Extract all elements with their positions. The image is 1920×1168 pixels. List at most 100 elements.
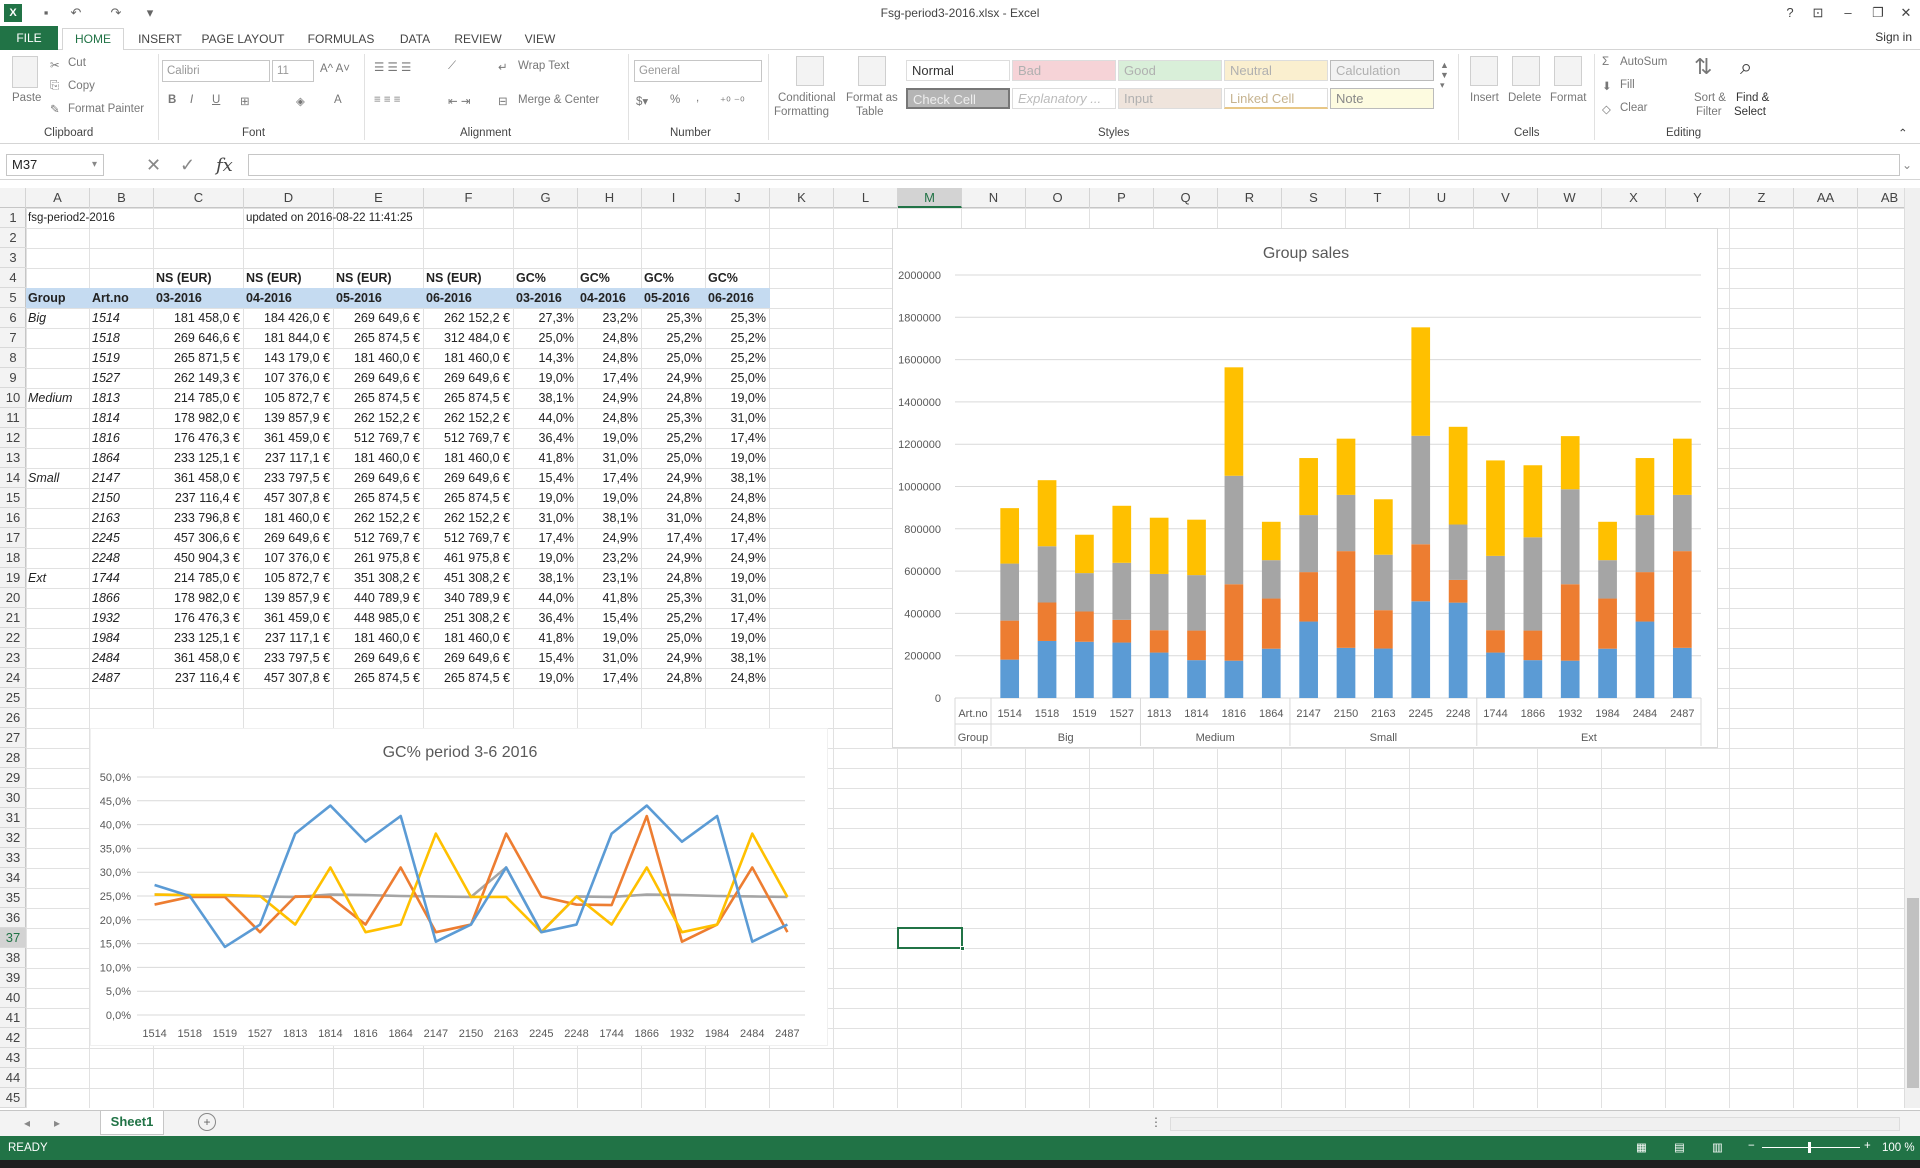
conditional-formatting-label2[interactable]: Formatting	[774, 106, 829, 118]
header-cell[interactable]: 05-2016	[334, 288, 424, 308]
value-cell[interactable]: 25,2%	[642, 328, 706, 348]
tab-formulas[interactable]: FORMULAS	[298, 29, 384, 50]
ribbon-display-icon[interactable]: ⊡	[1806, 2, 1830, 24]
column-header[interactable]: R	[1218, 188, 1282, 208]
artno-cell[interactable]: 1527	[90, 368, 154, 388]
split-handle-icon[interactable]: ⋮	[1150, 1115, 1162, 1129]
artno-cell[interactable]: 1813	[90, 388, 154, 408]
value-cell[interactable]: 233 125,1 €	[154, 628, 244, 648]
column-header[interactable]: Q	[1154, 188, 1218, 208]
value-cell[interactable]: 17,4%	[578, 368, 642, 388]
wrap-text-button[interactable]: Wrap Text	[518, 60, 569, 72]
value-cell[interactable]: 457 307,8 €	[244, 488, 334, 508]
artno-cell[interactable]: 1984	[90, 628, 154, 648]
value-cell[interactable]: 38,1%	[706, 468, 770, 488]
value-cell[interactable]: 181 460,0 €	[424, 448, 514, 468]
row-header[interactable]: 23	[0, 648, 26, 668]
value-cell[interactable]: 25,0%	[514, 328, 578, 348]
value-cell[interactable]: 269 649,6 €	[244, 528, 334, 548]
value-cell[interactable]: 38,1%	[514, 388, 578, 408]
style-explanatory[interactable]: Explanatory ...	[1012, 88, 1116, 109]
value-cell[interactable]: 38,1%	[514, 568, 578, 588]
value-cell[interactable]: 237 116,4 €	[154, 668, 244, 688]
row-header[interactable]: 25	[0, 688, 26, 708]
row-header[interactable]: 33	[0, 848, 26, 868]
value-cell[interactable]: 176 476,3 €	[154, 608, 244, 628]
value-cell[interactable]: 24,8%	[578, 328, 642, 348]
value-cell[interactable]: 262 152,2 €	[424, 408, 514, 428]
value-cell[interactable]: 233 797,5 €	[244, 648, 334, 668]
value-cell[interactable]: 31,0%	[578, 648, 642, 668]
vertical-scrollbar[interactable]	[1904, 188, 1920, 1108]
row-header[interactable]: 3	[0, 248, 26, 268]
column-title-cell[interactable]: GC%	[642, 268, 706, 288]
row-header[interactable]: 38	[0, 948, 26, 968]
orientation-icon[interactable]: ⟋	[448, 60, 456, 73]
value-cell[interactable]: 269 646,6 €	[154, 328, 244, 348]
value-cell[interactable]: 17,4%	[706, 428, 770, 448]
sign-in-link[interactable]: Sign in	[1875, 30, 1912, 44]
artno-cell[interactable]: 2487	[90, 668, 154, 688]
value-cell[interactable]: 448 985,0 €	[334, 608, 424, 628]
artno-cell[interactable]: 1744	[90, 568, 154, 588]
value-cell[interactable]: 269 649,6 €	[424, 368, 514, 388]
header-cell[interactable]: Art.no	[90, 288, 154, 308]
value-cell[interactable]: 24,8%	[578, 348, 642, 368]
value-cell[interactable]: 19,0%	[578, 628, 642, 648]
value-cell[interactable]: 17,4%	[578, 668, 642, 688]
style-normal[interactable]: Normal	[906, 60, 1010, 81]
column-header[interactable]: X	[1602, 188, 1666, 208]
value-cell[interactable]: 24,8%	[642, 488, 706, 508]
value-cell[interactable]: 269 649,6 €	[334, 308, 424, 328]
italic-button[interactable]: I	[190, 94, 193, 106]
column-header[interactable]: J	[706, 188, 770, 208]
row-header[interactable]: 11	[0, 408, 26, 428]
column-title-cell[interactable]: NS (EUR)	[244, 268, 334, 288]
value-cell[interactable]: 265 874,5 €	[424, 668, 514, 688]
value-cell[interactable]: 23,2%	[578, 308, 642, 328]
font-color-icon[interactable]: A	[334, 94, 342, 106]
group-cell[interactable]: Big	[26, 308, 90, 328]
next-sheet-icon[interactable]: ▸	[54, 1116, 60, 1130]
currency-icon[interactable]: $▾	[636, 94, 648, 108]
column-header[interactable]: G	[514, 188, 578, 208]
row-header[interactable]: 35	[0, 888, 26, 908]
column-header[interactable]: M	[898, 188, 962, 208]
value-cell[interactable]: 24,9%	[642, 548, 706, 568]
row-header[interactable]: 41	[0, 1008, 26, 1028]
row-header[interactable]: 4	[0, 268, 26, 288]
value-cell[interactable]: 44,0%	[514, 588, 578, 608]
value-cell[interactable]: 24,8%	[706, 668, 770, 688]
value-cell[interactable]: 38,1%	[578, 508, 642, 528]
sort-filter-label[interactable]: Sort &	[1694, 92, 1726, 104]
zoom-out-icon[interactable]: −	[1748, 1140, 1755, 1152]
prev-sheet-icon[interactable]: ◂	[24, 1116, 30, 1130]
row-header[interactable]: 13	[0, 448, 26, 468]
row-header[interactable]: 24	[0, 668, 26, 688]
header-cell[interactable]: 04-2016	[244, 288, 334, 308]
expand-formula-icon[interactable]: ⌄	[1902, 158, 1912, 172]
value-cell[interactable]: 181 458,0 €	[154, 308, 244, 328]
column-title-cell[interactable]: NS (EUR)	[154, 268, 244, 288]
value-cell[interactable]: 25,0%	[642, 628, 706, 648]
row-header[interactable]: 14	[0, 468, 26, 488]
column-header[interactable]: H	[578, 188, 642, 208]
value-cell[interactable]: 17,4%	[706, 528, 770, 548]
row-header[interactable]: 27	[0, 728, 26, 748]
value-cell[interactable]: 14,3%	[514, 348, 578, 368]
value-cell[interactable]: 107 376,0 €	[244, 368, 334, 388]
value-cell[interactable]: 17,4%	[578, 468, 642, 488]
value-cell[interactable]: 440 789,9 €	[334, 588, 424, 608]
value-cell[interactable]: 19,0%	[514, 548, 578, 568]
value-cell[interactable]: 265 874,5 €	[334, 668, 424, 688]
value-cell[interactable]: 24,9%	[706, 548, 770, 568]
value-cell[interactable]: 512 769,7 €	[334, 428, 424, 448]
close-icon[interactable]: ✕	[1894, 2, 1918, 24]
value-cell[interactable]: 15,4%	[514, 648, 578, 668]
fill-button[interactable]: Fill	[1620, 79, 1635, 91]
column-title-cell[interactable]: GC%	[578, 268, 642, 288]
value-cell[interactable]: 31,0%	[514, 508, 578, 528]
artno-cell[interactable]: 1814	[90, 408, 154, 428]
sheet-tab-sheet1[interactable]: Sheet1	[100, 1111, 164, 1135]
value-cell[interactable]: 269 649,6 €	[424, 468, 514, 488]
